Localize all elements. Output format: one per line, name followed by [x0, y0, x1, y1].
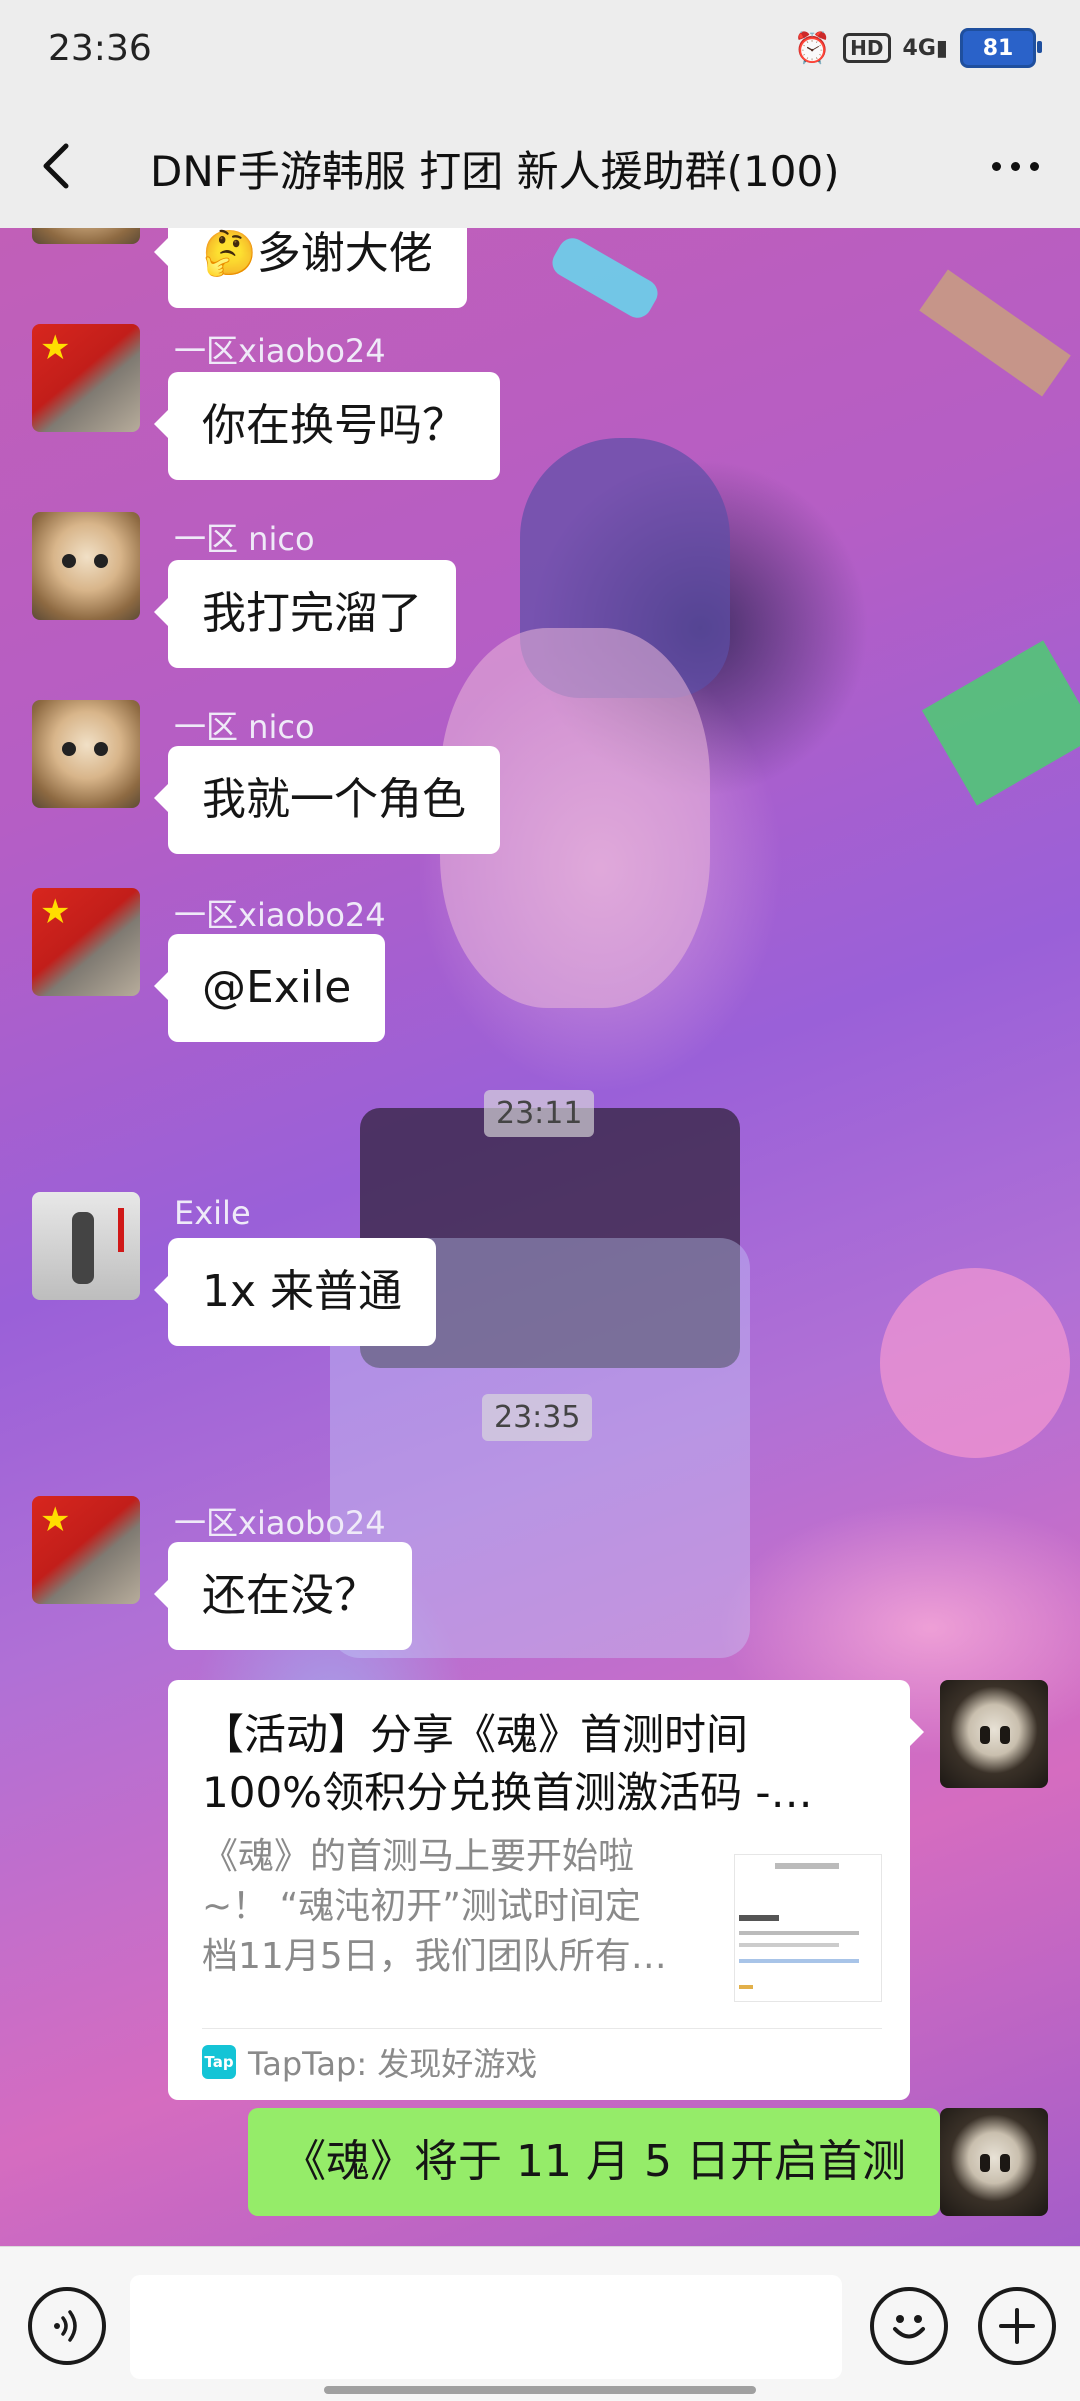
status-icons: ⏰ HD 4G▮ 81 — [793, 28, 1042, 68]
status-bar: 23:36 ⏰ HD 4G▮ 81 — [0, 0, 1080, 104]
timestamp: 23:35 — [482, 1394, 593, 1441]
sender-name: Exile — [174, 1194, 251, 1232]
sender-name: 一区 nico — [174, 708, 315, 746]
signal-icon: 4G▮ — [902, 35, 948, 61]
share-card[interactable]: 【活动】分享《魂》首测时间 100%领积分兑换首测激活码 -… 《魂》的首测马上… — [168, 1680, 924, 2100]
input-bar — [0, 2246, 1080, 2401]
sender-name: 一区 nico — [174, 520, 315, 558]
voice-icon[interactable] — [28, 2287, 106, 2365]
card-source-label: TapTap: 发现好游戏 — [248, 2045, 538, 2083]
card-title: 【活动】分享《魂》首测时间 100%领积分兑换首测激活码 -… — [202, 1706, 882, 1822]
more-dots-icon[interactable] — [980, 138, 1050, 194]
my-avatar[interactable] — [940, 1680, 1048, 1788]
star-icon: ★ — [40, 892, 71, 932]
message-bubble[interactable]: 我打完溜了 — [154, 560, 456, 668]
chat-title: DNF手游韩服 打团 新人援助群(100) — [150, 147, 840, 196]
battery-icon: 81 — [960, 28, 1042, 68]
home-indicator[interactable] — [324, 2386, 756, 2394]
avatar[interactable]: ★ — [32, 324, 140, 432]
hd-badge: HD — [843, 33, 891, 63]
back-arrow-icon[interactable] — [30, 134, 90, 198]
sender-name: 一区xiaobo24 — [174, 896, 386, 934]
card-title-line2: 100%领积分兑换首测激活码 -… — [202, 1768, 813, 1817]
avatar[interactable] — [32, 512, 140, 620]
battery-level: 81 — [982, 35, 1014, 61]
star-icon: ★ — [40, 328, 71, 368]
message-bubble[interactable]: 1x 来普通 — [153, 1238, 437, 1346]
message-bubble[interactable]: @Exile — [153, 934, 386, 1042]
message-input[interactable] — [130, 2275, 842, 2379]
card-description: 《魂》的首测马上要开始啦~！ “魂沌初开”测试时间定档11月5日，我们团队所有… — [202, 1836, 667, 1977]
card-thumbnail — [734, 1854, 882, 2002]
avatar[interactable] — [32, 700, 140, 808]
avatar[interactable] — [32, 1192, 140, 1300]
sender-name: 一区xiaobo24 — [174, 332, 386, 370]
card-source: Tap TapTap: 发现好游戏 — [202, 2036, 537, 2088]
card-divider — [202, 2028, 882, 2029]
avatar[interactable]: ★ — [32, 1496, 140, 1604]
emoji-icon[interactable] — [870, 2287, 948, 2365]
avatar[interactable]: ★ — [32, 888, 140, 996]
star-icon: ★ — [40, 1500, 71, 1540]
wallpaper-decoration — [880, 1268, 1070, 1458]
taptap-logo-icon: Tap — [202, 2045, 236, 2079]
my-avatar[interactable] — [940, 2108, 1048, 2216]
timestamp: 23:11 — [484, 1090, 595, 1137]
my-message-bubble[interactable]: 《魂》将于 11 月 5 日开启首测 — [248, 2108, 954, 2216]
avatar[interactable] — [32, 228, 140, 244]
wallpaper-decoration — [547, 233, 663, 323]
message-bubble[interactable]: 你在换号吗？ — [154, 372, 500, 480]
sender-name: 一区xiaobo24 — [174, 1504, 386, 1542]
message-bubble[interactable]: 还在没？ — [154, 1542, 412, 1650]
signal-label: 4G — [902, 35, 936, 61]
wallpaper-decoration — [921, 640, 1080, 806]
wallpaper-decoration — [919, 269, 1071, 397]
message-bubble[interactable]: 🤔多谢大佬 — [154, 228, 467, 308]
add-icon[interactable] — [978, 2287, 1056, 2365]
chat-area[interactable]: 🤔多谢大佬 ★ 一区xiaobo24 你在换号吗？ 一区 nico 我打完溜了 … — [0, 228, 1080, 2246]
alarm-icon: ⏰ — [793, 30, 832, 66]
chat-header: DNF手游韩服 打团 新人援助群(100) — [0, 104, 1080, 229]
status-time: 23:36 — [48, 28, 152, 69]
card-title-line1: 【活动】分享《魂》首测时间 — [202, 1710, 749, 1759]
message-bubble[interactable]: 我就一个角色 — [154, 746, 500, 854]
